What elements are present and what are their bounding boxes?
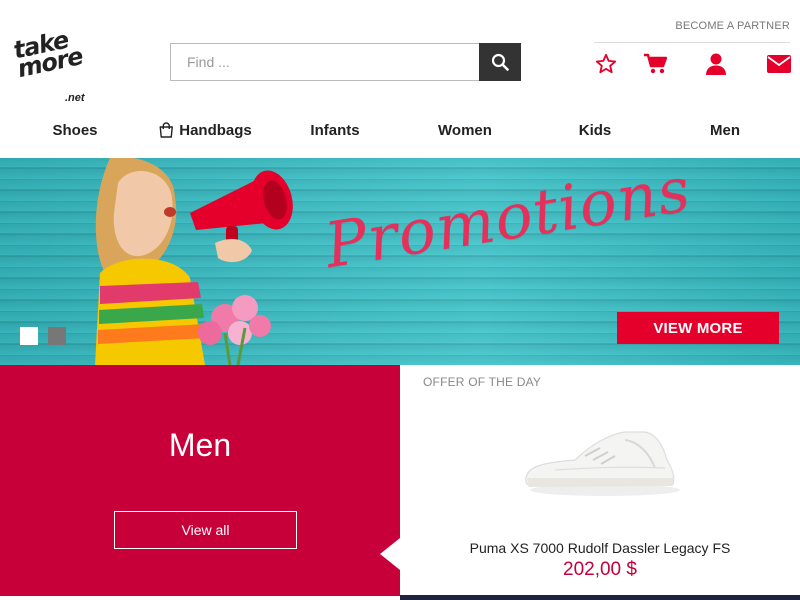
- product-name[interactable]: Puma XS 7000 Rudolf Dassler Legacy FS: [400, 540, 800, 556]
- wishlist-button[interactable]: [593, 52, 619, 76]
- hero-view-more-button[interactable]: VIEW MORE: [617, 312, 779, 344]
- logo-wordmark: take more: [10, 25, 85, 84]
- main-nav: Shoes Handbags Infants Women Kids Men: [0, 115, 800, 145]
- nav-item-women[interactable]: Women: [438, 115, 492, 145]
- category-panel-men: Men View all: [0, 365, 400, 596]
- site-logo[interactable]: take more .net: [8, 26, 98, 112]
- slide-dot-1[interactable]: [20, 327, 38, 345]
- nav-label: Handbags: [179, 121, 252, 139]
- nav-item-handbags[interactable]: Handbags: [158, 115, 252, 145]
- view-all-button[interactable]: View all: [114, 511, 297, 549]
- bottom-section-edge: [400, 595, 800, 600]
- search-bar: [170, 43, 521, 81]
- handbag-icon: [159, 122, 173, 138]
- nav-item-shoes[interactable]: Shoes: [52, 115, 97, 145]
- nav-label: Men: [710, 121, 740, 139]
- product-image-sneaker[interactable]: [515, 420, 685, 500]
- become-partner-link[interactable]: BECOME A PARTNER: [675, 20, 790, 32]
- search-input[interactable]: [171, 44, 479, 80]
- envelope-icon: [767, 55, 791, 73]
- cart-icon: [644, 53, 667, 74]
- search-button[interactable]: [479, 43, 521, 81]
- nav-item-kids[interactable]: Kids: [579, 115, 612, 145]
- logo-domain: .net: [65, 92, 85, 104]
- panel-arrow-notch: [380, 538, 400, 570]
- star-icon: [595, 53, 617, 74]
- nav-label: Women: [438, 121, 492, 139]
- user-icon: [706, 53, 726, 75]
- slide-dot-2[interactable]: [48, 327, 66, 345]
- account-button[interactable]: [703, 52, 729, 76]
- product-price: 202,00 $: [563, 559, 637, 580]
- header-divider: [594, 42, 790, 43]
- cart-button[interactable]: [642, 52, 668, 76]
- contact-button[interactable]: [766, 52, 792, 76]
- nav-label: Infants: [310, 121, 360, 139]
- nav-item-men[interactable]: Men: [710, 115, 740, 145]
- offer-of-the-day-label: OFFER OF THE DAY: [423, 375, 542, 389]
- nav-label: Kids: [578, 121, 612, 139]
- nav-label: Shoes: [52, 121, 98, 139]
- nav-item-infants[interactable]: Infants: [310, 115, 359, 145]
- category-title: Men: [168, 427, 232, 463]
- search-icon: [491, 53, 509, 71]
